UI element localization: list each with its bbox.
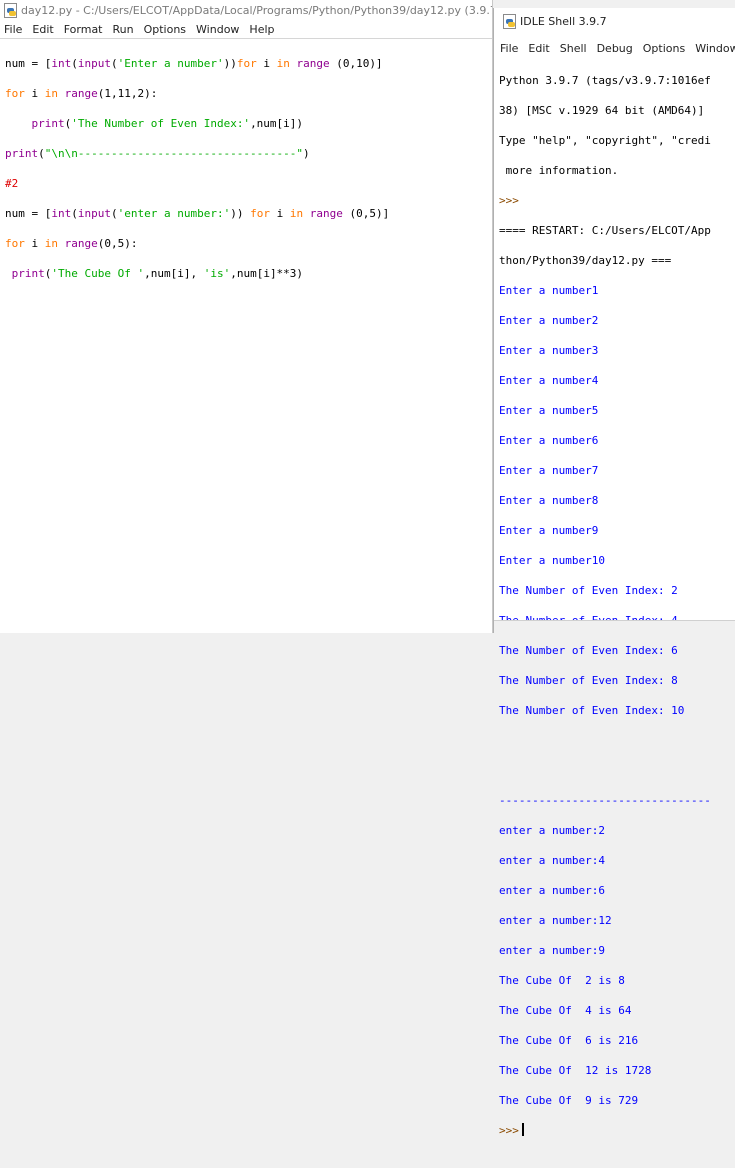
shell-menu-edit[interactable]: Edit	[528, 42, 549, 55]
shell-input-prompt: Enter a number4	[499, 374, 599, 387]
shell-input-prompt: Enter a number1	[499, 284, 599, 297]
editor-menu-run[interactable]: Run	[113, 23, 134, 36]
shell-input-prompt: Enter a number3	[499, 344, 599, 357]
editor-menu-edit[interactable]: Edit	[32, 23, 53, 36]
shell-input-prompt: Enter a number9	[499, 524, 599, 537]
editor-menu-options[interactable]: Options	[144, 23, 186, 36]
shell-output-line: The Number of Even Index: 10	[499, 704, 685, 717]
shell-input-prompt: enter a number:12	[499, 914, 612, 927]
shell-menubar: File Edit Shell Debug Options Window	[494, 38, 735, 58]
shell-output-line: The Cube Of 4 is 64	[499, 1004, 632, 1017]
shell-input-prompt: enter a number:6	[499, 884, 605, 897]
shell-input-prompt: enter a number:9	[499, 944, 605, 957]
shell-separator: --------------------------------	[499, 794, 711, 807]
shell-input-prompt: Enter a number7	[499, 464, 599, 477]
shell-statusbar	[494, 620, 735, 633]
shell-output-line: The Number of Even Index: 8	[499, 674, 678, 687]
code-line: num = [int(input('Enter a number'))for i…	[5, 57, 383, 70]
shell-banner-line: Python 3.9.7 (tags/v3.9.7:1016ef	[499, 74, 711, 87]
shell-banner-line: more information.	[499, 164, 619, 177]
editor-menu-window[interactable]: Window	[196, 23, 239, 36]
editor-titlebar[interactable]: day12.py - C:/Users/ELCOT/AppData/Local/…	[0, 0, 492, 20]
code-line: print('The Number of Even Index:',num[i]…	[31, 117, 304, 130]
shell-blank-line	[499, 733, 735, 748]
shell-input-prompt: Enter a number6	[499, 434, 599, 447]
shell-restart-line: thon/Python39/day12.py ===	[499, 254, 672, 267]
code-line: #2	[5, 177, 19, 190]
code-line: print("\n\n-----------------------------…	[5, 147, 310, 160]
code-line: for i in range(1,11,2):	[5, 87, 158, 100]
shell-input-line[interactable]: >>>	[499, 1123, 735, 1138]
shell-restart-line: ==== RESTART: C:/Users/ELCOT/App	[499, 224, 711, 237]
shell-menu-window[interactable]: Window	[695, 42, 735, 55]
shell-output-line: The Number of Even Index: 2	[499, 584, 678, 597]
editor-menu-help[interactable]: Help	[249, 23, 274, 36]
shell-output-line: The Cube Of 12 is 1728	[499, 1064, 652, 1077]
shell-output-line: The Number of Even Index: 6	[499, 644, 678, 657]
editor-code-area[interactable]: num = [int(input('Enter a number'))for i…	[0, 39, 492, 311]
shell-menu-file[interactable]: File	[500, 42, 518, 55]
shell-prompt: >>>	[499, 194, 519, 207]
shell-output-line: The Cube Of 2 is 8	[499, 974, 625, 987]
text-cursor	[521, 1123, 524, 1136]
editor-menubar: File Edit Format Run Options Window Help	[0, 20, 492, 39]
shell-titlebar[interactable]: IDLE Shell 3.9.7	[494, 8, 735, 34]
python-file-icon	[3, 3, 17, 18]
shell-input-prompt: enter a number:2	[499, 824, 605, 837]
shell-menu-options[interactable]: Options	[643, 42, 685, 55]
shell-input-prompt: enter a number:4	[499, 854, 605, 867]
shell-title: IDLE Shell 3.9.7	[520, 14, 607, 28]
shell-menu-debug[interactable]: Debug	[597, 42, 633, 55]
shell-banner-line: Type "help", "copyright", "credi	[499, 134, 711, 147]
code-line: num = [int(input('enter a number:')) for…	[5, 207, 390, 220]
shell-output-line: The Cube Of 9 is 729	[499, 1094, 639, 1107]
shell-input-prompt: Enter a number8	[499, 494, 599, 507]
shell-window: IDLE Shell 3.9.7 File Edit Shell Debug O…	[493, 8, 735, 1137]
python-shell-icon	[502, 14, 516, 29]
shell-output-area[interactable]: Python 3.9.7 (tags/v3.9.7:1016ef 38) [MS…	[494, 58, 735, 1168]
shell-blank-line	[499, 763, 735, 778]
shell-output-line: The Cube Of 6 is 216	[499, 1034, 639, 1047]
shell-input-prompt: Enter a number10	[499, 554, 605, 567]
shell-input-prompt: Enter a number5	[499, 404, 599, 417]
editor-menu-file[interactable]: File	[4, 23, 22, 36]
shell-banner-line: 38) [MSC v.1929 64 bit (AMD64)]	[499, 104, 705, 117]
code-line: print('The Cube Of ',num[i], 'is',num[i]…	[11, 267, 304, 280]
shell-prompt: >>>	[499, 1124, 519, 1137]
shell-menu-shell[interactable]: Shell	[560, 42, 587, 55]
shell-input-prompt: Enter a number2	[499, 314, 599, 327]
editor-menu-format[interactable]: Format	[64, 23, 103, 36]
editor-window: day12.py - C:/Users/ELCOT/AppData/Local/…	[0, 0, 493, 633]
code-line: for i in range(0,5):	[5, 237, 138, 250]
editor-title: day12.py - C:/Users/ELCOT/AppData/Local/…	[21, 3, 492, 17]
